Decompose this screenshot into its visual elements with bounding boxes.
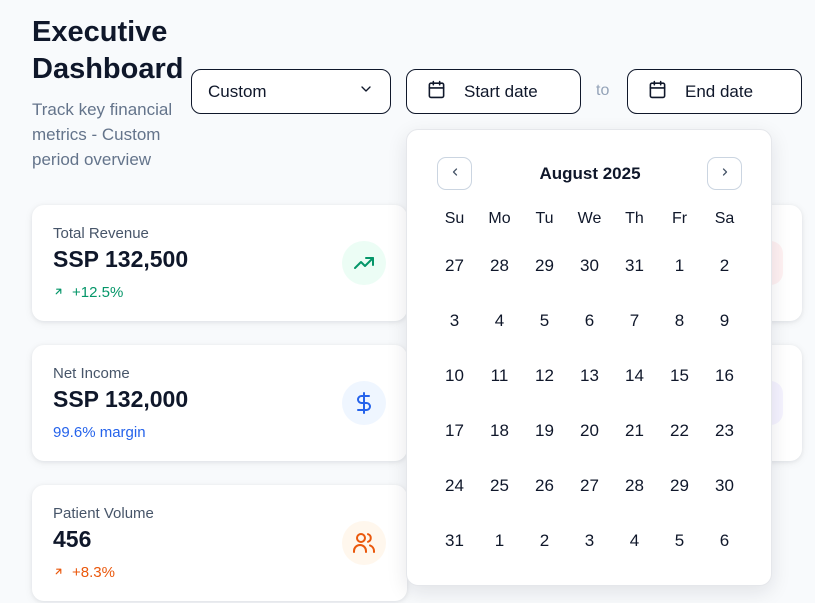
calendar-day[interactable]: 30 <box>702 458 747 513</box>
start-date-button[interactable]: Start date <box>406 69 581 114</box>
card-trend: +12.5% <box>53 284 123 301</box>
weekday-label: Tu <box>535 210 554 227</box>
page-subtitle: Track key financial metrics - Custom per… <box>32 100 173 169</box>
calendar-day[interactable]: 2 <box>522 513 567 568</box>
users-icon <box>342 521 386 565</box>
card-label: Net Income <box>53 365 130 382</box>
calendar-day[interactable]: 29 <box>657 458 702 513</box>
date-picker-popover: August 2025 Su Mo Tu We Th Fr Sa 27 28 29 3… <box>406 129 772 586</box>
card-value: SSP 132,500 <box>53 246 189 272</box>
weekday-label: Sa <box>714 210 735 227</box>
calendar-day[interactable]: 30 <box>567 238 612 293</box>
patient-volume-card: Patient Volume 456 +8.3% <box>32 485 407 601</box>
calendar-day[interactable]: 26 <box>522 458 567 513</box>
calendar-day[interactable]: 27 <box>432 238 477 293</box>
calendar-icon <box>648 80 667 104</box>
card-margin: 99.6% margin <box>53 424 146 441</box>
calendar-day[interactable]: 28 <box>612 458 657 513</box>
calendar-day[interactable]: 10 <box>432 348 477 403</box>
weekday-header: Su Mo Tu We Th Fr Sa <box>432 210 747 228</box>
trending-up-icon <box>342 241 386 285</box>
card-trend: +8.3% <box>53 564 115 581</box>
next-month-button[interactable] <box>707 157 742 190</box>
calendar-day[interactable]: 15 <box>657 348 702 403</box>
start-date-label: Start date <box>464 81 538 101</box>
calendar-day[interactable]: 4 <box>612 513 657 568</box>
period-select[interactable]: Custom <box>191 69 391 114</box>
calendar-day[interactable]: 20 <box>567 403 612 458</box>
calendar-day[interactable]: 8 <box>657 293 702 348</box>
calendar-day[interactable]: 14 <box>612 348 657 403</box>
calendar-day[interactable]: 17 <box>432 403 477 458</box>
calendar-day[interactable]: 3 <box>567 513 612 568</box>
arrow-up-right-icon <box>53 284 64 301</box>
calendar-day[interactable]: 16 <box>702 348 747 403</box>
page-title: Executive Dashboard <box>32 16 184 85</box>
chevron-right-icon <box>719 165 731 183</box>
calendar-day[interactable]: 11 <box>477 348 522 403</box>
date-range-separator: to <box>596 82 610 99</box>
calendar-day[interactable]: 1 <box>657 238 702 293</box>
calendar-day[interactable]: 9 <box>702 293 747 348</box>
calendar-day[interactable]: 22 <box>657 403 702 458</box>
card-value: 456 <box>53 526 92 552</box>
calendar-day[interactable]: 29 <box>522 238 567 293</box>
calendar-day[interactable]: 3 <box>432 293 477 348</box>
calendar-day[interactable]: 6 <box>702 513 747 568</box>
calendar-day[interactable]: 27 <box>567 458 612 513</box>
calendar-day[interactable]: 25 <box>477 458 522 513</box>
calendar-day[interactable]: 19 <box>522 403 567 458</box>
calendar-day[interactable]: 1 <box>477 513 522 568</box>
calendar-day[interactable]: 18 <box>477 403 522 458</box>
net-income-card: Net Income SSP 132,000 99.6% margin <box>32 345 407 461</box>
calendar-day[interactable]: 23 <box>702 403 747 458</box>
card-label: Total Revenue <box>53 225 149 242</box>
calendar-day-grid: 27 28 29 30 31 1 2 3 4 5 6 7 8 9 10 11 12 13 14 15 16 17 18 19 2… <box>432 238 747 568</box>
end-date-label: End date <box>685 81 754 101</box>
card-margin-value: 99.6% margin <box>53 424 146 441</box>
card-trend-value: +12.5% <box>72 284 124 301</box>
chevron-down-icon <box>358 81 374 102</box>
revenue-card: Total Revenue SSP 132,500 +12.5% <box>32 205 407 321</box>
calendar-day[interactable]: 7 <box>612 293 657 348</box>
calendar-day[interactable]: 12 <box>522 348 567 403</box>
weekday-label: We <box>577 210 602 227</box>
end-date-button[interactable]: End date <box>627 69 802 114</box>
calendar-day[interactable]: 31 <box>612 238 657 293</box>
card-value: SSP 132,000 <box>53 386 189 412</box>
weekday-label: Su <box>444 210 465 227</box>
weekday-label: Mo <box>488 210 511 227</box>
calendar-day[interactable]: 5 <box>522 293 567 348</box>
arrow-up-right-icon <box>53 564 64 581</box>
card-trend-value: +8.3% <box>72 564 115 581</box>
calendar-day[interactable]: 13 <box>567 348 612 403</box>
calendar-day[interactable]: 21 <box>612 403 657 458</box>
calendar-day[interactable]: 5 <box>657 513 702 568</box>
calendar-day[interactable]: 28 <box>477 238 522 293</box>
calendar-icon <box>427 80 446 104</box>
weekday-label: Th <box>625 210 644 227</box>
period-select-value: Custom <box>208 81 267 101</box>
dollar-icon <box>342 381 386 425</box>
dashboard-page: Executive Dashboard Track key financial … <box>0 0 815 603</box>
calendar-day[interactable]: 6 <box>567 293 612 348</box>
calendar-day[interactable]: 4 <box>477 293 522 348</box>
calendar-day[interactable]: 31 <box>432 513 477 568</box>
card-label: Patient Volume <box>53 505 154 522</box>
weekday-label: Fr <box>671 210 688 227</box>
calendar-day[interactable]: 24 <box>432 458 477 513</box>
calendar-day[interactable]: 2 <box>702 238 747 293</box>
